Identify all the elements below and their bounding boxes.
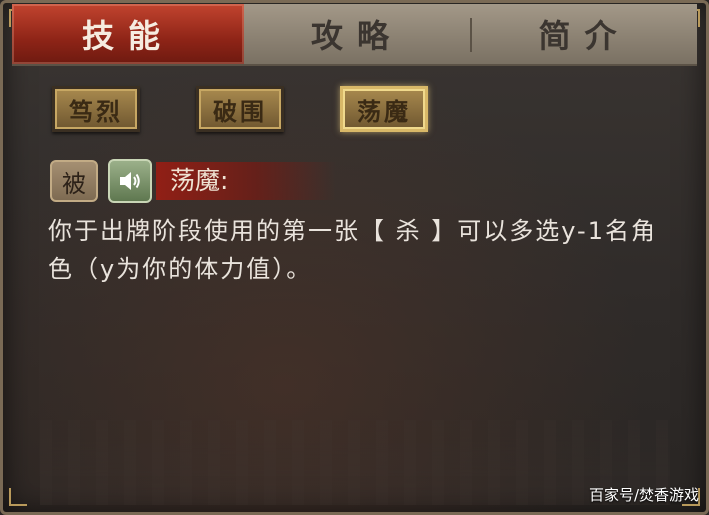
speaker-icon-glyph	[120, 172, 140, 190]
tab-skills[interactable]: 技能	[12, 4, 244, 64]
background-art	[40, 420, 670, 505]
speaker-icon[interactable]	[108, 159, 152, 203]
corner-ornament	[9, 488, 27, 506]
tab-strategy[interactable]: 攻略	[244, 4, 470, 64]
skill-button-powei[interactable]: 破围	[196, 86, 284, 132]
skill-button-dangmo[interactable]: 荡魔	[340, 86, 428, 132]
tab-bar: 技能 攻略 简介	[12, 4, 697, 66]
skill-button-dulie[interactable]: 笃烈	[52, 86, 140, 132]
watermark-text: 百家号/焚香游戏	[588, 486, 699, 504]
skill-name: 荡魔:	[170, 166, 229, 195]
tab-intro[interactable]: 简介	[472, 4, 697, 64]
passive-badge: 被	[50, 160, 98, 202]
skill-description: 你于出牌阶段使用的第一张【 杀 】可以多选y-1名角色（y为你的体力值）。	[48, 217, 657, 283]
